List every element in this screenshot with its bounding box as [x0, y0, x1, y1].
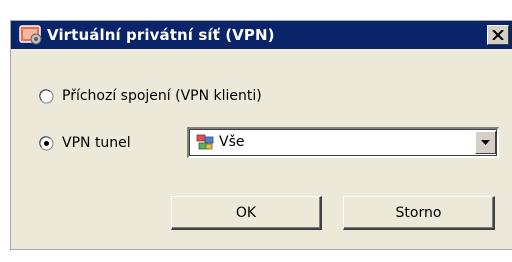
incoming-option[interactable]: Příchozí spojení (VPN klienti) — [39, 88, 262, 104]
dialog-title: Virtuální privátní síť (VPN) — [47, 26, 275, 44]
tunnel-radio[interactable] — [39, 135, 54, 151]
tunnel-label: VPN tunel — [62, 135, 131, 151]
close-button[interactable] — [487, 25, 509, 45]
app-icon — [19, 24, 43, 46]
tunnel-select-value: Vše — [219, 134, 245, 150]
network-group-icon — [196, 133, 214, 151]
cancel-button[interactable]: Storno — [343, 196, 495, 230]
ok-button[interactable]: OK — [171, 196, 322, 230]
vpn-dialog: Virtuální privátní síť (VPN) Příchozí sp… — [10, 20, 512, 250]
tunnel-select[interactable]: Vše — [187, 127, 499, 158]
chevron-down-icon — [481, 140, 490, 145]
incoming-radio[interactable] — [39, 88, 54, 104]
title-bar[interactable]: Virtuální privátní síť (VPN) — [11, 21, 512, 49]
tunnel-select-dropdown-button[interactable] — [475, 131, 496, 154]
tunnel-option[interactable]: VPN tunel — [39, 135, 131, 151]
close-icon — [492, 30, 504, 40]
incoming-label: Příchozí spojení (VPN klienti) — [62, 88, 262, 104]
